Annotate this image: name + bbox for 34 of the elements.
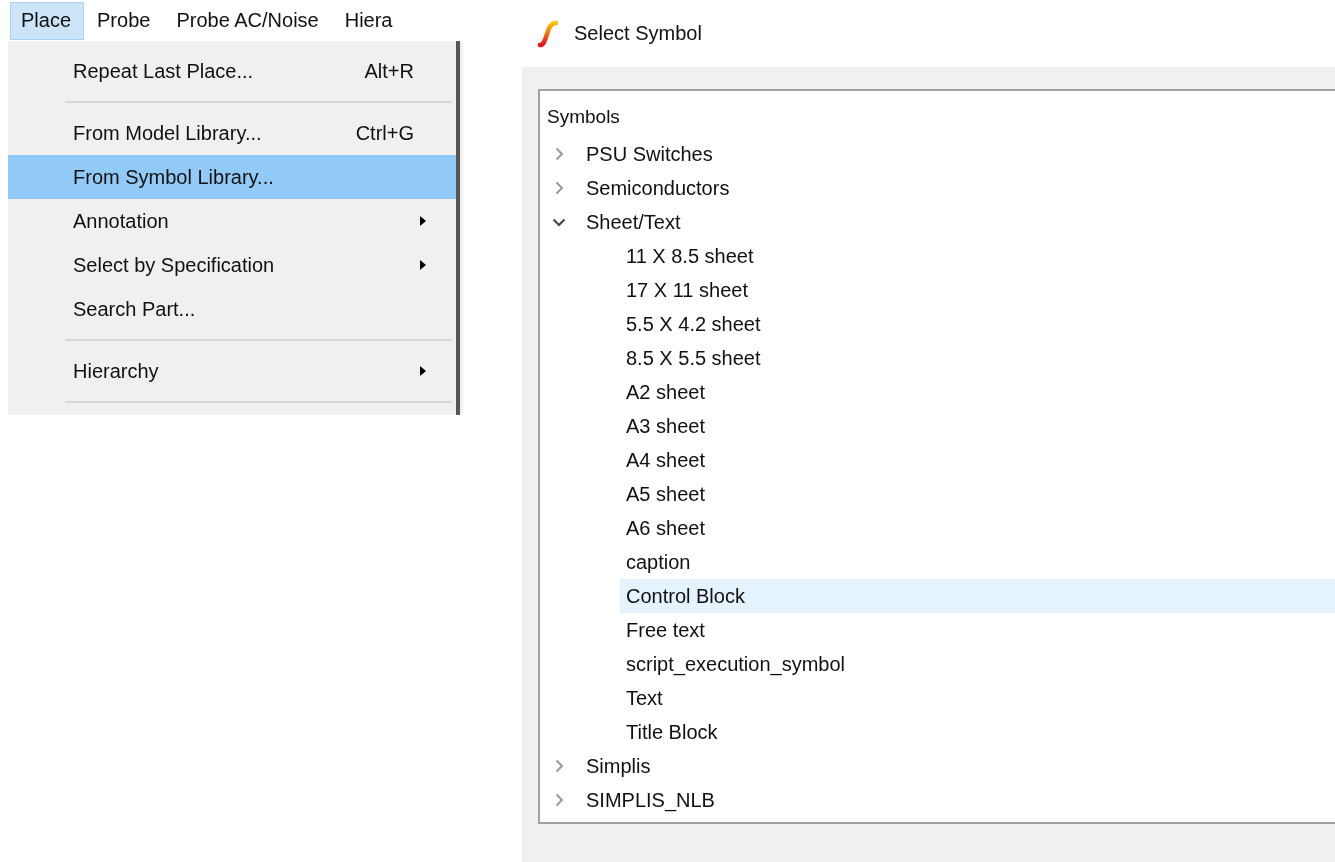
tree-item[interactable]: Title Block (620, 715, 1335, 749)
menu-bar-item[interactable]: Probe (86, 1, 164, 40)
menu-item[interactable]: Hierarchy (8, 349, 456, 393)
tree-item[interactable]: A4 sheet (620, 443, 1335, 477)
tree-item[interactable]: Sheet/Text (540, 205, 1335, 239)
app-logo-icon (538, 19, 558, 48)
menu-item[interactable]: Annotation (8, 199, 456, 243)
tree-item[interactable]: SIMPLIS_NLB (540, 783, 1335, 817)
tree-item[interactable]: 17 X 11 sheet (620, 273, 1335, 307)
tree-item[interactable]: Simplis (540, 749, 1335, 783)
tree-item[interactable]: Control Block (620, 579, 1335, 613)
tree-item[interactable]: 8.5 X 5.5 sheet (620, 341, 1335, 375)
tree-item[interactable]: A2 sheet (620, 375, 1335, 409)
tree-item[interactable]: script_execution_symbol (620, 647, 1335, 681)
menu-item[interactable]: Repeat Last Place... Alt+R (8, 49, 456, 93)
tree-item[interactable]: caption (620, 545, 1335, 579)
tree-item[interactable]: A5 sheet (620, 477, 1335, 511)
menu-item[interactable]: From Model Library... Ctrl+G (8, 111, 456, 155)
tree-item[interactable]: 5.5 X 4.2 sheet (620, 307, 1335, 341)
menu-item[interactable]: Search Part... (8, 287, 456, 331)
tree-header: Symbols (546, 105, 621, 129)
tree-item[interactable]: Semiconductors (540, 171, 1335, 205)
menu-bar-item[interactable]: Hiera (333, 1, 406, 40)
tree-item[interactable]: A6 sheet (620, 511, 1335, 545)
menu-bar-item[interactable]: Probe AC/Noise (165, 1, 332, 40)
tree-item[interactable]: Text (620, 681, 1335, 715)
menu-item[interactable]: From Symbol Library... (8, 155, 456, 199)
tree-item[interactable]: 11 X 8.5 sheet (620, 239, 1335, 273)
menu-bar-item[interactable]: Place (10, 1, 85, 40)
menu-item[interactable]: Select by Specification (8, 243, 456, 287)
dialog-title: Select Symbol (574, 22, 702, 45)
tree-item[interactable]: A3 sheet (620, 409, 1335, 443)
tree-item[interactable]: PSU Switches (540, 137, 1335, 171)
tree-item[interactable]: Free text (620, 613, 1335, 647)
